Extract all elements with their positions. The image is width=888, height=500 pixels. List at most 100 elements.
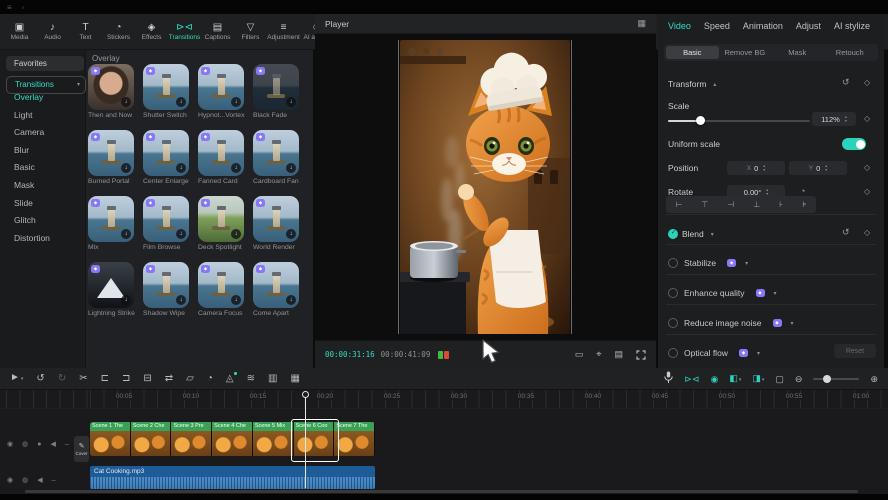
clip-scene[interactable]: Scene 6 Coo [294, 422, 335, 456]
toolbar-item-stickers[interactable]: ◔Stickers [103, 22, 134, 41]
visibility-icon[interactable]: ◉ [7, 440, 13, 448]
blend-chevron-icon[interactable]: ▾ [711, 231, 714, 238]
zoom-out-icon[interactable]: ⊖ [795, 373, 803, 385]
rotate-keyframe-icon[interactable]: ◇ [864, 187, 870, 196]
select-tool-icon[interactable]: ►▾ [10, 372, 23, 385]
align-center-h-icon[interactable]: ⊤ [701, 200, 708, 209]
download-icon[interactable]: ↓ [121, 163, 131, 173]
mic-icon[interactable] [664, 371, 673, 386]
ratio-icon[interactable]: ▭ [575, 349, 584, 360]
mute-icon[interactable]: ● [37, 441, 41, 448]
player-settings-icon[interactable]: ▦ [637, 18, 646, 29]
chevron-down-icon[interactable]: ▾ [774, 290, 777, 297]
trim-right-icon[interactable]: ⊐ [122, 373, 130, 385]
download-icon[interactable]: ↓ [176, 97, 186, 107]
blend-checkbox[interactable] [668, 229, 678, 239]
align-right-icon[interactable]: ⊣ [727, 200, 734, 209]
download-icon[interactable]: ↓ [286, 163, 296, 173]
download-icon[interactable]: ↓ [176, 163, 186, 173]
transition-tile[interactable]: ◆↓ [253, 262, 299, 308]
zoom-in-icon[interactable]: ⊕ [870, 373, 878, 385]
tab-ai-stylize[interactable]: AI stylize [834, 21, 870, 31]
speed-icon[interactable]: ◔ [207, 373, 213, 385]
clip-scene[interactable]: Scene 2 Che [131, 422, 172, 456]
download-icon[interactable]: ↓ [176, 295, 186, 305]
clip-scene[interactable]: Scene 7 The [334, 422, 375, 456]
subtab-basic[interactable]: Basic [666, 46, 719, 59]
position-keyframe-icon[interactable]: ◇ [864, 163, 870, 172]
collapse-icon[interactable]: – [52, 477, 56, 484]
transition-tile[interactable]: ◆↓ [143, 130, 189, 176]
sidebar-item-slide[interactable]: Slide [14, 198, 33, 208]
transition-tile[interactable]: ◆↓ [253, 196, 299, 242]
scale-value-box[interactable]: 112% ▴▾ [812, 112, 856, 126]
download-icon[interactable]: ↓ [176, 229, 186, 239]
subtab-mask[interactable]: Mask [771, 46, 824, 59]
lock-icon[interactable]: ◍ [22, 476, 28, 484]
transition-tile[interactable]: ◆↓ [198, 64, 244, 110]
download-icon[interactable]: ↓ [286, 295, 296, 305]
sidebar-item-light[interactable]: Light [14, 110, 32, 120]
fullscreen-icon[interactable] [636, 350, 646, 360]
subtab-retouch[interactable]: Retouch [824, 46, 877, 59]
delete-icon[interactable]: ⊟ [143, 373, 151, 385]
position-y-box[interactable]: Y 0 ▴▾ [789, 161, 847, 175]
blend-keyframe-icon[interactable]: ◇ [864, 228, 870, 237]
quality-icon[interactable]: ▤ [614, 349, 623, 360]
mirror-icon[interactable]: ⇄ [165, 373, 173, 385]
clip-scene[interactable]: Scene 4 Che [212, 422, 253, 456]
split-icon[interactable]: ✂ [79, 373, 87, 385]
subtab-remove-bg[interactable]: Remove BG [719, 46, 772, 59]
option-row-enhance-quality[interactable]: Enhance quality◆▾ [668, 286, 777, 300]
position-x-box[interactable]: X 0 ▴▾ [727, 161, 785, 175]
download-icon[interactable]: ↓ [286, 229, 296, 239]
timeline-scrollbar[interactable] [25, 490, 858, 493]
download-icon[interactable]: ↓ [121, 295, 131, 305]
toolbar-item-transitions[interactable]: ⊳⊲Transitions [169, 22, 200, 41]
sidebar-item-overlay[interactable]: Overlay [14, 92, 43, 102]
download-icon[interactable]: ↓ [231, 163, 241, 173]
scale-stepper[interactable]: ▴▾ [845, 115, 847, 123]
option-row-reduce-image-noise[interactable]: Reduce image noise◆▾ [668, 316, 794, 330]
redo-icon[interactable]: ↻ [58, 373, 66, 385]
align-left-icon[interactable]: ⊢ [675, 200, 682, 209]
settings-icon[interactable]: ◦ [22, 3, 25, 12]
download-icon[interactable]: ↓ [286, 97, 296, 107]
tab-adjust[interactable]: Adjust [796, 21, 821, 31]
playhead[interactable] [305, 392, 306, 488]
toolbar-item-filters[interactable]: ▽Filters [235, 22, 266, 41]
sidebar-item-camera[interactable]: Camera [14, 127, 44, 137]
toolbar-item-captions[interactable]: ▤Captions [202, 22, 233, 41]
transform-keyframe-icon[interactable]: ◇ [864, 78, 870, 87]
toolbar-item-effects[interactable]: ◈Effects [136, 22, 167, 41]
scale-slider-thumb[interactable] [696, 116, 705, 125]
transition-tile[interactable]: ◆↓ [88, 262, 134, 308]
transition-tile[interactable]: ◆↓ [198, 196, 244, 242]
clip-scene[interactable]: Scene 5 Mix [253, 422, 294, 456]
visibility-icon[interactable]: ◉ [7, 476, 13, 484]
grid-icon[interactable]: ▦ [290, 373, 299, 385]
blend-reset-icon[interactable]: ↺ [842, 227, 850, 238]
collapse-transform-icon[interactable]: ▴ [713, 81, 716, 88]
track-mode-icon[interactable]: ◨▾ [752, 372, 764, 386]
uniform-scale-toggle[interactable] [842, 138, 866, 150]
trim-left-icon[interactable]: ⊏ [101, 373, 109, 385]
option-row-optical-flow[interactable]: Optical flow◆▾ [668, 346, 760, 360]
align-top-icon[interactable]: ⊥ [753, 200, 760, 209]
sidebar-item-distortion[interactable]: Distortion [14, 233, 50, 243]
audio-clip[interactable]: Cat Cooking.mp3 [90, 466, 375, 489]
timeline-ruler[interactable]: 00:0500:1000:1500:2000:2500:3000:3500:40… [0, 390, 888, 409]
transition-tile[interactable]: ◆↓ [198, 262, 244, 308]
align-middle-icon[interactable]: ⊦ [779, 200, 783, 209]
transition-tile[interactable]: ◆↓ [143, 262, 189, 308]
speaker-icon[interactable]: ◀ [50, 440, 55, 448]
chevron-down-icon[interactable]: ▾ [791, 320, 794, 327]
speaker-icon[interactable]: ◀ [37, 476, 42, 484]
download-icon[interactable]: ↓ [121, 97, 131, 107]
tab-animation[interactable]: Animation [743, 21, 783, 31]
tab-video[interactable]: Video [668, 21, 691, 31]
chevron-down-icon[interactable]: ▾ [745, 260, 748, 267]
download-icon[interactable]: ↓ [231, 229, 241, 239]
align-bottom-icon[interactable]: ⊧ [802, 200, 806, 209]
video-frame[interactable] [400, 40, 570, 334]
